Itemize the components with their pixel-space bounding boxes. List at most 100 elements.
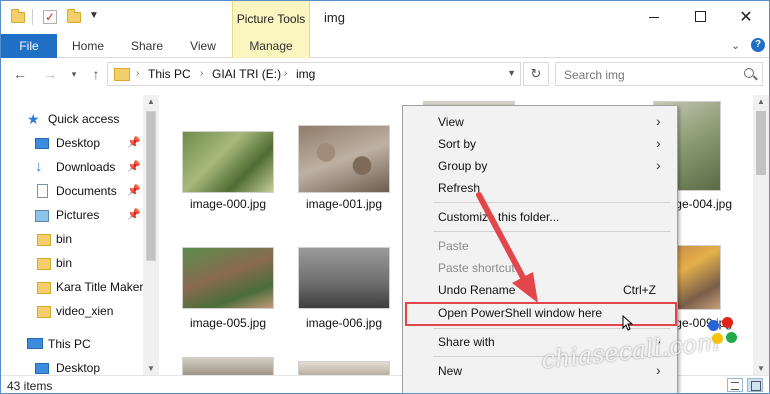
file-thumbnail[interactable] bbox=[298, 361, 390, 375]
breadcrumb-this-pc[interactable]: This PC bbox=[148, 67, 191, 81]
menu-label: Undo Rename bbox=[438, 283, 516, 297]
scroll-up-icon[interactable]: ▲ bbox=[143, 97, 159, 106]
menu-label: Paste bbox=[438, 239, 469, 253]
menu-separator bbox=[433, 231, 671, 232]
file-thumbnail[interactable] bbox=[182, 247, 274, 309]
file-name[interactable]: image-000.jpg bbox=[173, 197, 283, 211]
nav-item-documents[interactable]: Documents 📌 bbox=[1, 179, 143, 203]
tab-home[interactable]: Home bbox=[63, 34, 113, 58]
chevron-down-icon[interactable]: ▼ bbox=[89, 10, 99, 21]
scroll-down-icon[interactable]: ▼ bbox=[143, 364, 159, 373]
file-thumbnail[interactable] bbox=[298, 125, 390, 193]
menu-item-group-by[interactable]: Group by › bbox=[404, 155, 676, 177]
file-thumbnail[interactable] bbox=[298, 247, 390, 309]
maximize-button[interactable] bbox=[677, 1, 723, 33]
back-arrow-icon[interactable]: ← bbox=[11, 65, 29, 83]
documents-icon bbox=[37, 184, 48, 198]
search-box[interactable] bbox=[555, 62, 763, 86]
breadcrumb-separator-icon[interactable]: › bbox=[200, 68, 203, 79]
address-bar[interactable]: › This PC › GIAI TRI (E:) › img ▼ bbox=[107, 62, 521, 86]
file-name[interactable]: image-006.jpg bbox=[289, 316, 399, 330]
menu-item-view[interactable]: View › bbox=[404, 111, 676, 133]
forward-arrow-icon[interactable]: → bbox=[41, 65, 59, 83]
nav-item-pictures[interactable]: Pictures 📌 bbox=[1, 203, 143, 227]
computer-icon bbox=[27, 338, 43, 349]
scrollbar-thumb[interactable] bbox=[146, 111, 156, 261]
nav-item-video-xien[interactable]: video_xien bbox=[1, 299, 143, 323]
pin-icon[interactable]: 📌 bbox=[127, 136, 141, 149]
nav-item-kara-title-maker[interactable]: Kara Title Maker bbox=[1, 275, 143, 299]
recent-locations-icon[interactable]: ▾ bbox=[65, 65, 83, 83]
nav-label: Pictures bbox=[56, 208, 100, 222]
nav-item-bin[interactable]: bin bbox=[1, 227, 143, 251]
breadcrumb-img[interactable]: img bbox=[296, 67, 315, 81]
pin-icon[interactable]: 📌 bbox=[127, 184, 141, 197]
up-arrow-icon[interactable]: ↑ bbox=[87, 65, 105, 83]
nav-item-bin[interactable]: bin bbox=[1, 251, 143, 275]
menu-item-refresh[interactable]: Refresh bbox=[404, 177, 676, 199]
close-button[interactable]: ✕ bbox=[723, 1, 769, 33]
breadcrumb-drive[interactable]: GIAI TRI (E:) bbox=[212, 67, 281, 81]
nav-label: video_xien bbox=[56, 304, 114, 318]
download-icon: ↓ bbox=[35, 158, 43, 175]
nav-label: Desktop bbox=[56, 136, 101, 150]
menu-label: Customize this folder... bbox=[438, 210, 560, 224]
chevron-right-icon: › bbox=[656, 157, 661, 173]
file-thumbnail[interactable] bbox=[182, 357, 274, 375]
logo-dot bbox=[712, 333, 723, 344]
pin-icon[interactable]: 📌 bbox=[127, 208, 141, 221]
logo-dot bbox=[726, 332, 737, 343]
nav-this-pc[interactable]: This PC bbox=[1, 332, 143, 356]
tab-manage[interactable]: Manage bbox=[232, 34, 310, 58]
menu-separator bbox=[433, 328, 671, 329]
scroll-up-icon[interactable]: ▲ bbox=[753, 97, 769, 106]
search-input[interactable] bbox=[564, 67, 734, 83]
nav-quick-access[interactable]: ★ Quick access bbox=[1, 107, 143, 131]
details-view-icon[interactable] bbox=[727, 378, 743, 392]
nav-label: Kara Title Maker bbox=[56, 280, 144, 294]
tab-view[interactable]: View bbox=[181, 34, 225, 58]
contextual-group-label: Picture Tools bbox=[236, 12, 306, 26]
highlight-box bbox=[405, 302, 677, 326]
breadcrumb-separator-icon[interactable]: › bbox=[284, 68, 287, 79]
search-icon[interactable] bbox=[744, 68, 754, 78]
refresh-icon[interactable]: ↻ bbox=[523, 62, 549, 86]
file-name[interactable]: image-005.jpg bbox=[173, 316, 283, 330]
menu-item-paste-shortcut[interactable]: Paste shortcut bbox=[404, 257, 676, 279]
expand-ribbon-icon[interactable]: ⌄ bbox=[731, 39, 740, 52]
menu-item-customize-folder[interactable]: Customize this folder... bbox=[404, 206, 676, 228]
file-name[interactable]: image-001.jpg bbox=[289, 197, 399, 211]
folder-icon[interactable] bbox=[11, 9, 25, 24]
desktop-icon bbox=[35, 363, 49, 374]
menu-item-sort-by[interactable]: Sort by › bbox=[404, 133, 676, 155]
menu-label: Paste shortcut bbox=[438, 261, 515, 275]
menu-item-paste[interactable]: Paste bbox=[404, 235, 676, 257]
chevron-down-icon[interactable]: ▼ bbox=[507, 68, 516, 78]
nav-scrollbar[interactable]: ▲ ▼ bbox=[143, 95, 159, 375]
minimize-button[interactable] bbox=[631, 1, 677, 33]
menu-label: Refresh bbox=[438, 181, 481, 195]
logo-dot bbox=[708, 320, 719, 331]
tab-file[interactable]: File bbox=[1, 34, 57, 58]
scrollbar-thumb[interactable] bbox=[756, 111, 766, 175]
title-bar: ✓ ▼ Picture Tools img ✕ bbox=[1, 1, 769, 34]
nav-label: bin bbox=[56, 232, 73, 246]
breadcrumb-separator-icon[interactable]: › bbox=[136, 68, 139, 79]
nav-item-downloads[interactable]: ↓ Downloads 📌 bbox=[1, 155, 143, 179]
ribbon-tabs: File Home Share View Manage ⌄ ? bbox=[1, 34, 769, 58]
content-scrollbar[interactable]: ▲ ▼ bbox=[753, 95, 769, 375]
contextual-tab-group: Picture Tools bbox=[232, 1, 310, 34]
tab-share[interactable]: Share bbox=[123, 34, 171, 58]
properties-icon[interactable]: ✓ bbox=[43, 10, 57, 24]
help-icon[interactable]: ? bbox=[751, 38, 765, 52]
scroll-down-icon[interactable]: ▼ bbox=[753, 364, 769, 373]
menu-item-undo-rename[interactable]: Undo Rename Ctrl+Z bbox=[404, 279, 676, 301]
nav-item-desktop[interactable]: Desktop 📌 bbox=[1, 131, 143, 155]
file-thumbnail[interactable] bbox=[182, 131, 274, 193]
close-icon: ✕ bbox=[739, 9, 753, 26]
item-count: 43 items bbox=[7, 379, 53, 393]
new-folder-icon[interactable] bbox=[67, 9, 81, 24]
pin-icon[interactable]: 📌 bbox=[127, 160, 141, 173]
large-icons-view-icon[interactable] bbox=[747, 378, 763, 392]
logo-dot bbox=[722, 317, 733, 328]
